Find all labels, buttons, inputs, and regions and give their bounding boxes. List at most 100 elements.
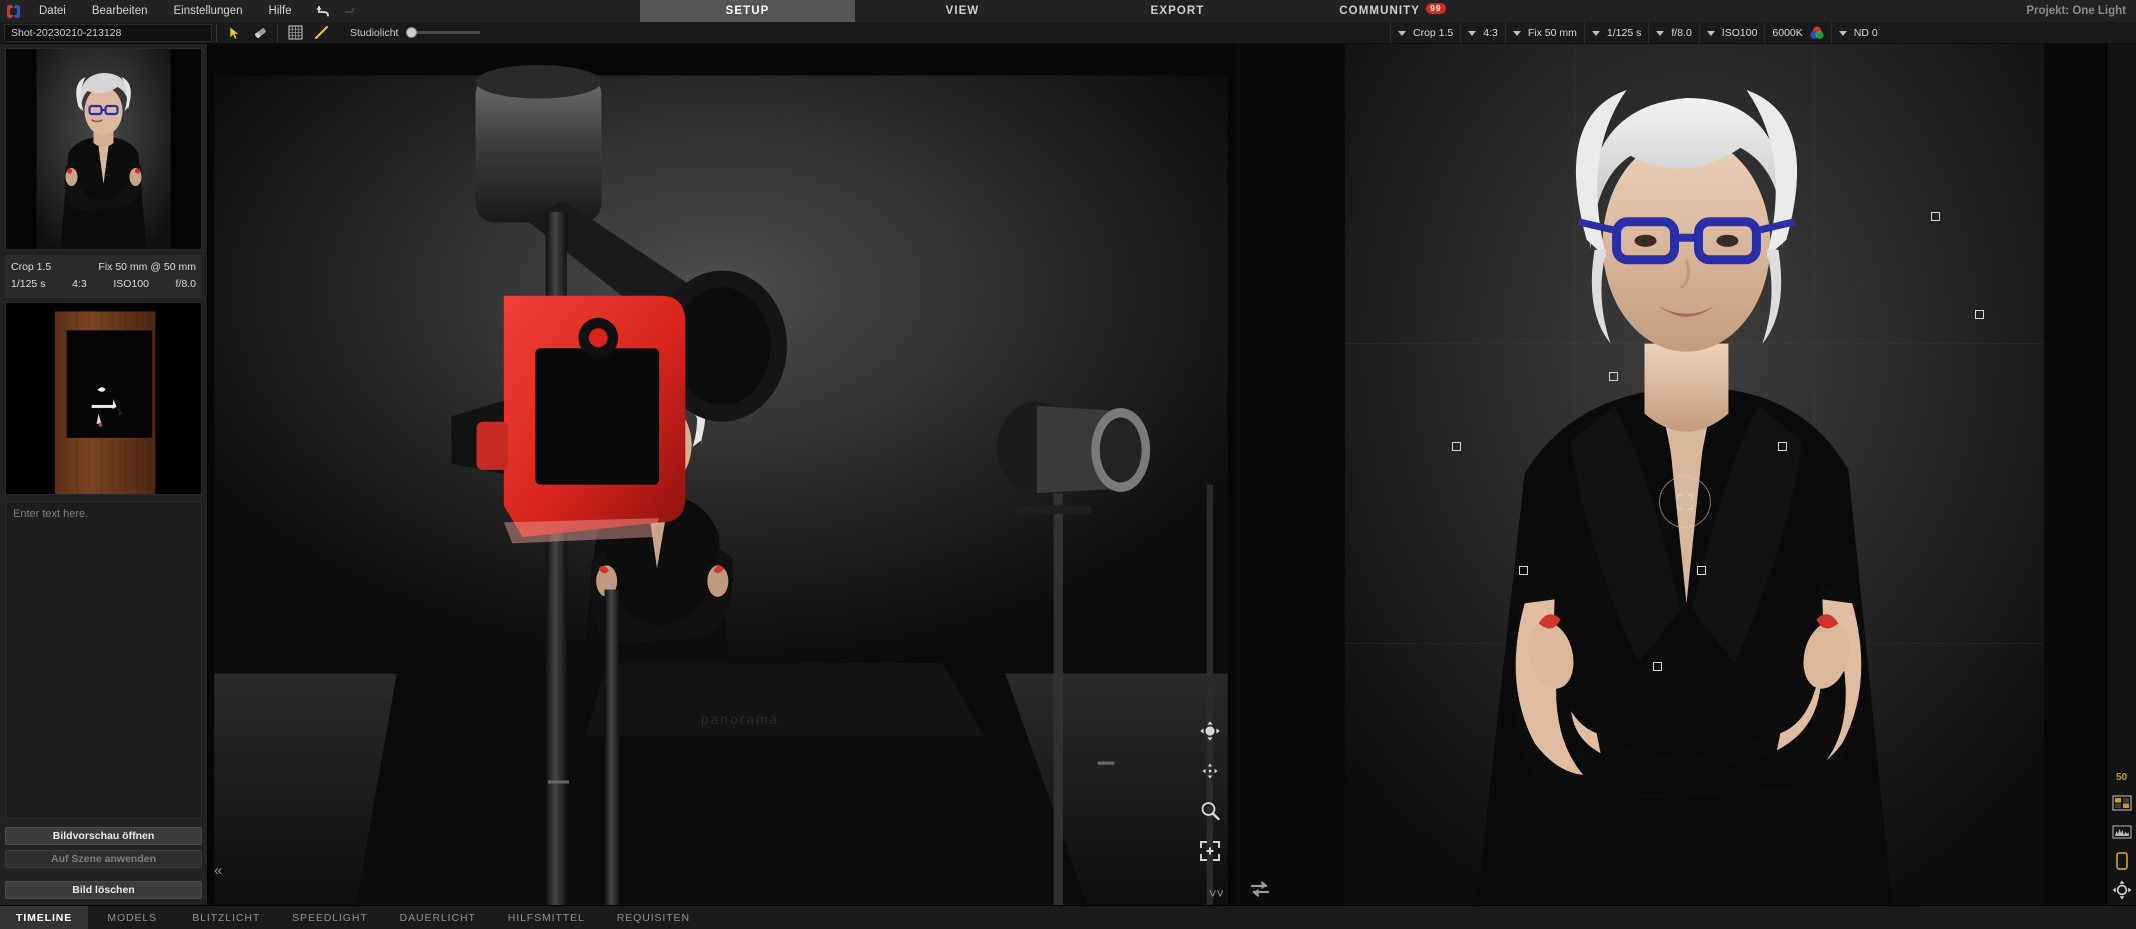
bottom-tab-requisiten[interactable]: REQUISITEN bbox=[601, 906, 706, 929]
camera-settings-strip: Crop 1.5 4:3 Fix 50 mm 1/125 s f/8.0 ISO… bbox=[1390, 22, 1885, 44]
project-name: Projekt: One Light bbox=[2026, 5, 2126, 17]
scene-viewport[interactable]: panorama « ˅˅ bbox=[208, 44, 1234, 905]
menu-einstellungen[interactable]: Einstellungen bbox=[160, 0, 255, 22]
tab-view-label: VIEW bbox=[945, 5, 980, 17]
orbit-icon bbox=[2112, 880, 2131, 900]
bottom-tab-dauerlicht[interactable]: DAUERLICHT bbox=[384, 906, 492, 929]
iso-select[interactable]: ISO100 bbox=[1698, 22, 1765, 44]
community-badge: 99 bbox=[1426, 2, 1446, 14]
selection-handle[interactable] bbox=[1653, 662, 1662, 671]
selection-handle[interactable] bbox=[1452, 442, 1461, 451]
shutter-speed-select[interactable]: 1/125 s bbox=[1583, 22, 1648, 44]
collapse-panel-button[interactable]: ˅˅ bbox=[1209, 886, 1224, 901]
crop-value: Crop 1.5 bbox=[1413, 27, 1454, 39]
shot-name-input[interactable]: Shot-20230210-213128 bbox=[4, 23, 212, 42]
selection-handle[interactable] bbox=[1975, 310, 1984, 319]
transform-gizmo[interactable] bbox=[1659, 476, 1711, 528]
bottom-tab-speedlight[interactable]: SPEEDLIGHT bbox=[276, 906, 384, 929]
selection-handle[interactable] bbox=[1778, 442, 1787, 451]
meta-crop: Crop 1.5 bbox=[11, 261, 52, 273]
metadata-row-1: Crop 1.5 Fix 50 mm @ 50 mm bbox=[11, 259, 196, 276]
zoom-tool[interactable] bbox=[1198, 799, 1222, 823]
tab-export-label: EXPORT bbox=[1150, 5, 1205, 17]
selection-handle[interactable] bbox=[1697, 566, 1706, 575]
split-view-toggle[interactable] bbox=[2111, 794, 2133, 812]
app-logo-icon[interactable] bbox=[0, 4, 26, 19]
tab-view[interactable]: VIEW bbox=[855, 0, 1070, 22]
orbit-tool[interactable] bbox=[1198, 719, 1222, 743]
svg-text:panorama: panorama bbox=[701, 712, 779, 727]
aspect-ratio-select[interactable]: 4:3 bbox=[1460, 22, 1505, 44]
zoom-magnifier-icon bbox=[1201, 802, 1220, 821]
move-gizmo-icon bbox=[1677, 494, 1693, 510]
delete-image-button[interactable]: Bild löschen bbox=[5, 881, 202, 899]
menu-datei[interactable]: Datei bbox=[26, 0, 79, 22]
framed-print-thumbnail[interactable] bbox=[5, 302, 202, 495]
grid-icon[interactable] bbox=[282, 23, 308, 43]
studio-light-slider[interactable] bbox=[406, 26, 481, 40]
secondary-toolbar: Shot-20230210-213128 Studiolicht Crop 1.… bbox=[0, 22, 2136, 44]
chevron-down-icon bbox=[1398, 30, 1406, 36]
notes-input[interactable]: Enter text here. bbox=[5, 501, 202, 819]
apply-to-scene-button[interactable]: Auf Szene anwenden bbox=[5, 850, 202, 868]
slider-knob[interactable] bbox=[406, 27, 418, 38]
pan-icon bbox=[1202, 763, 1218, 779]
chevron-down-icon bbox=[1512, 30, 1521, 36]
aspect-value: 4:3 bbox=[1483, 27, 1498, 39]
focal-length-select[interactable]: Fix 50 mm bbox=[1504, 22, 1584, 44]
eraser-icon[interactable] bbox=[247, 23, 273, 43]
preview-panel[interactable]: 50 bbox=[1234, 44, 2136, 905]
shot-metadata: Crop 1.5 Fix 50 mm @ 50 mm 1/125 s 4:3 I… bbox=[5, 255, 202, 298]
tab-community[interactable]: COMMUNITY 99 bbox=[1285, 0, 1500, 22]
viewport-tool-cluster bbox=[1198, 719, 1222, 863]
selection-handle[interactable] bbox=[1609, 372, 1618, 381]
aperture-select[interactable]: f/8.0 bbox=[1648, 22, 1698, 44]
split-view-icon bbox=[2111, 795, 2132, 811]
color-wheel-icon[interactable] bbox=[1810, 26, 1824, 40]
studio-light-label: Studiolicht bbox=[350, 26, 399, 39]
fit-to-frame-icon bbox=[1200, 841, 1220, 861]
nd-filter-select[interactable]: ND 0 bbox=[1830, 22, 1885, 44]
histogram-toggle[interactable] bbox=[2111, 823, 2133, 841]
toolbar-divider-1 bbox=[216, 23, 217, 42]
bottom-tab-timeline[interactable]: TIMELINE bbox=[0, 906, 89, 929]
open-preview-button[interactable]: Bildvorschau öffnen bbox=[5, 827, 202, 845]
bottom-tab-bar: TIMELINE MODELS BLITZLICHT SPEEDLIGHT DA… bbox=[0, 905, 2136, 929]
cursor-arrow-icon[interactable] bbox=[221, 23, 247, 43]
bottom-tab-blitzlicht[interactable]: BLITZLICHT bbox=[176, 906, 276, 929]
main-tabs: SETUP VIEW EXPORT COMMUNITY 99 bbox=[640, 0, 1500, 22]
left-sidebar: Crop 1.5 Fix 50 mm @ 50 mm 1/125 s 4:3 I… bbox=[0, 44, 208, 905]
shot-thumbnail[interactable] bbox=[5, 48, 202, 250]
white-balance-select[interactable]: 6000K bbox=[1764, 22, 1830, 44]
menu-hilfe[interactable]: Hilfe bbox=[256, 0, 305, 22]
preview-orbit-tool[interactable] bbox=[2111, 880, 2133, 900]
menu-bearbeiten[interactable]: Bearbeiten bbox=[79, 0, 161, 22]
undo-icon[interactable] bbox=[315, 4, 331, 18]
slider-track bbox=[406, 31, 481, 34]
nd-value: ND 0 bbox=[1853, 27, 1878, 39]
meta-lens: Fix 50 mm @ 50 mm bbox=[98, 261, 196, 273]
selection-handle[interactable] bbox=[1931, 212, 1940, 221]
pan-tool[interactable] bbox=[1198, 759, 1222, 783]
chevron-down-icon bbox=[1591, 30, 1600, 36]
meta-shutter: 1/125 s bbox=[11, 278, 46, 290]
bottom-tab-models[interactable]: MODELS bbox=[88, 906, 176, 929]
bottom-tab-hilfsmittel[interactable]: HILFSMITTEL bbox=[492, 906, 601, 929]
chevron-down-icon bbox=[1706, 30, 1715, 36]
line-icon[interactable] bbox=[308, 23, 334, 43]
sidebar-actions: Bildvorschau öffnen Auf Szene anwenden B… bbox=[5, 827, 202, 899]
menu-bar: Datei Bearbeiten Einstellungen Hilfe SET… bbox=[0, 0, 2136, 22]
iso-value: ISO100 bbox=[1721, 27, 1758, 39]
preview-render bbox=[1235, 44, 2136, 905]
studio-scene-render: panorama bbox=[208, 44, 1234, 905]
metadata-row-2: 1/125 s 4:3 ISO100 f/8.0 bbox=[11, 276, 196, 293]
selection-handle[interactable] bbox=[1519, 566, 1528, 575]
tab-setup[interactable]: SETUP bbox=[640, 0, 855, 22]
orientation-toggle[interactable] bbox=[2111, 852, 2133, 870]
fit-view-tool[interactable] bbox=[1198, 839, 1222, 863]
chevron-down-icon bbox=[1468, 30, 1477, 36]
collapse-sidebar-button[interactable]: « bbox=[214, 863, 222, 878]
tab-export[interactable]: EXPORT bbox=[1070, 0, 1285, 22]
crop-select[interactable]: Crop 1.5 bbox=[1390, 22, 1460, 44]
swap-arrows-icon[interactable] bbox=[1249, 881, 1271, 897]
